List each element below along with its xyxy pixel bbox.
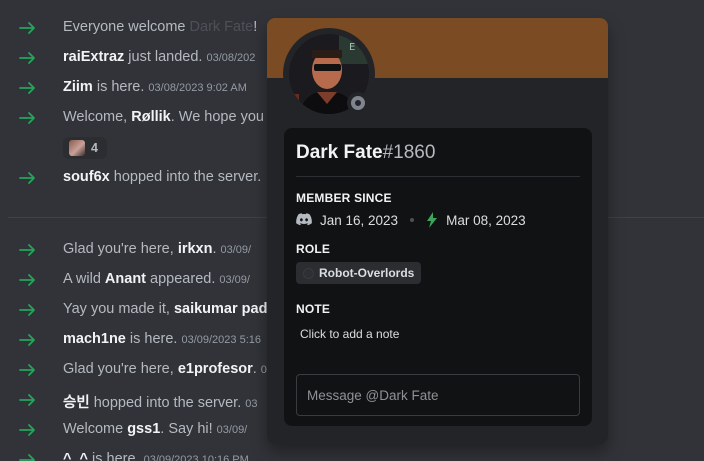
message-suffix: . (252, 361, 257, 377)
username-link[interactable]: 승빈 (63, 395, 90, 411)
server-icon (427, 212, 438, 228)
username-link[interactable]: e1profesor (178, 361, 253, 377)
username-link[interactable]: souf6x (63, 169, 110, 185)
svg-text:E: E (349, 42, 355, 53)
username-link[interactable]: irkxn (178, 241, 213, 257)
username-link[interactable]: ^_^ (63, 451, 88, 461)
message-suffix: hopped into the server. (109, 169, 262, 185)
message-tail: ! (253, 19, 258, 35)
message-text: 승빈 hopped into the server. 03 (63, 391, 258, 412)
role-title: ROLE (296, 242, 331, 256)
system-message: ^_^ is here. 03/09/2023 10:16 PM (0, 445, 704, 461)
join-arrow-icon (18, 108, 38, 128)
message-text: Welcome gss1. Say hi! 03/09/ (63, 421, 247, 437)
avatar-emoji-icon (69, 140, 85, 156)
join-arrow-icon (18, 240, 38, 260)
divider (296, 176, 580, 177)
discord-logo-icon (296, 213, 312, 226)
message-suffix: . (212, 241, 217, 257)
timestamp: 03 (245, 398, 258, 410)
message-prefix: A wild (63, 271, 105, 287)
timestamp: 03/08/202 (206, 52, 256, 64)
message-prefix: Glad you're here, (63, 241, 178, 257)
join-arrow-icon (18, 360, 38, 380)
username-link[interactable]: Røllik (131, 109, 170, 125)
username-link[interactable]: mach1ne (63, 331, 126, 347)
message-text: souf6x hopped into the server. (63, 169, 261, 185)
timestamp: 03/09/ (216, 424, 248, 436)
username-link[interactable]: Anant (105, 271, 146, 287)
role-chip[interactable]: Robot-Overlords (296, 262, 422, 284)
username: Dark Fate (296, 142, 383, 163)
message-text: Welcome, Røllik. We hope you (63, 109, 264, 125)
join-arrow-icon (18, 78, 38, 98)
join-arrow-icon (18, 420, 38, 440)
timestamp: 0 (260, 364, 267, 376)
message-prefix: Glad you're here, (63, 361, 178, 377)
message-text: A wild Anant appeared. 03/09/ (63, 271, 250, 287)
message-suffix: is here. (125, 331, 178, 347)
join-arrow-icon (18, 390, 38, 410)
reaction-count: 4 (91, 141, 98, 155)
message-suffix: is here. (92, 79, 145, 95)
join-arrow-icon (18, 450, 38, 461)
message-suffix: appeared. (146, 271, 216, 287)
user-profile-popout: E Dark Fate#1860 MEMBER SINCE Jan 16, 20… (267, 18, 608, 444)
role-name: Robot-Overlords (319, 266, 415, 280)
timestamp: 03/09/ (220, 244, 252, 256)
reaction-chip[interactable]: 4 (63, 137, 107, 159)
member-since-row: Jan 16, 2023 Mar 08, 2023 (296, 211, 526, 229)
join-arrow-icon (18, 270, 38, 290)
message-suffix: hopped into the server. (89, 395, 242, 411)
timestamp: 03/09/ (219, 274, 250, 286)
offline-status-icon (351, 96, 365, 110)
message-suffix: . Say hi! (160, 421, 213, 437)
message-prefix: Welcome, (63, 109, 132, 125)
message-text: ^_^ is here. 03/09/2023 10:16 PM (63, 451, 249, 461)
message-text: Glad you're here, e1profesor. 0 (63, 361, 267, 377)
message-prefix: Yay you made it, (63, 301, 174, 317)
join-arrow-icon (18, 330, 38, 350)
profile-name: Dark Fate#1860 (296, 142, 435, 164)
message-input[interactable] (296, 374, 580, 416)
message-text: Glad you're here, irkxn. 03/09/ (63, 241, 251, 257)
message-text: Ziim is here. 03/08/2023 9:02 AM (63, 79, 247, 95)
discriminator: #1860 (382, 142, 436, 163)
timestamp: 03/08/2023 9:02 AM (148, 82, 247, 94)
timestamp: 03/09/2023 10:16 PM (143, 454, 249, 461)
message-suffix: is here. (88, 451, 140, 461)
username-link[interactable]: saikumar pad (174, 301, 268, 317)
message-suffix: just landed. (124, 49, 203, 65)
username-link[interactable]: Ziim (63, 79, 93, 95)
dot-separator (410, 218, 415, 222)
note-input[interactable]: Click to add a note (300, 327, 399, 341)
join-arrow-icon (18, 300, 38, 320)
join-arrow-icon (18, 18, 38, 38)
join-arrow-icon (18, 48, 38, 68)
member-since-title: MEMBER SINCE (296, 191, 392, 205)
timestamp: 03/09/2023 5:16 (181, 334, 261, 346)
profile-card: Dark Fate#1860 MEMBER SINCE Jan 16, 2023… (284, 128, 592, 426)
username-link[interactable]: raiExtraz (63, 49, 124, 65)
discord-join-date: Jan 16, 2023 (320, 212, 399, 228)
message-text: Yay you made it, saikumar pad (63, 301, 267, 317)
note-title: NOTE (296, 302, 331, 316)
message-suffix: . We hope you (170, 109, 264, 125)
message-text: raiExtraz just landed. 03/08/202 (63, 49, 255, 65)
message-prefix: Everyone welcome (63, 19, 190, 35)
username-link[interactable]: gss1 (127, 421, 160, 437)
role-color-icon (303, 267, 314, 279)
server-join-date: Mar 08, 2023 (446, 212, 526, 228)
join-arrow-icon (18, 168, 38, 188)
message-text: Everyone welcome Dark Fate! (63, 19, 257, 35)
faded-username[interactable]: Dark Fate (190, 19, 254, 35)
message-prefix: Welcome (63, 421, 128, 437)
message-text: mach1ne is here. 03/09/2023 5:16 (63, 331, 261, 347)
